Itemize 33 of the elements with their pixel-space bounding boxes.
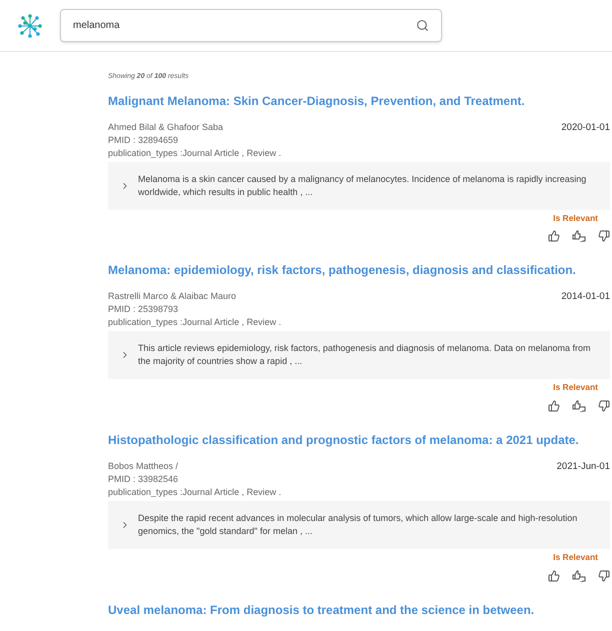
result-authors: Bobos Mattheos /: [108, 460, 178, 473]
result-pmid: PMID : 32894659: [108, 134, 180, 146]
abstract-panel[interactable]: Melanoma is a skin cancer caused by a malignancy of melanocytes. Incidence of melanoma is rapidly increasing worldwide, which results in public health , ...: [108, 162, 610, 210]
thumbs-up-button[interactable]: [548, 570, 560, 582]
relevance-label: Is Relevant: [553, 212, 598, 224]
thumbs-down-button[interactable]: [598, 570, 610, 582]
relevance-label: Is Relevant: [553, 381, 598, 394]
partly-relevant-button[interactable]: [572, 230, 586, 242]
publication-types: publication_types :Journal Article , Review .: [108, 316, 282, 330]
partly-relevant-button[interactable]: [572, 570, 586, 582]
publication-types: publication_types :Journal Article , Review .: [108, 486, 282, 499]
result-date: 2020-01-01: [561, 120, 610, 134]
search-icon[interactable]: [416, 19, 429, 32]
partly-relevant-button[interactable]: [572, 400, 586, 412]
thumbs-up-button[interactable]: [548, 400, 560, 412]
publication-types: publication_types :Journal Article , Review .: [108, 146, 282, 160]
result-pmid: PMID : 33982546: [108, 473, 180, 486]
result-authors: Ahmed Bilal & Ghafoor Saba: [108, 120, 224, 134]
thumbs-down-button[interactable]: [598, 230, 610, 242]
thumbs-down-button[interactable]: [598, 400, 610, 412]
abstract-text: Melanoma is a skin cancer caused by a malignancy of melanocytes. Incidence of melanoma is rapidly increasing worldwide, which results in public health , ...: [138, 172, 588, 198]
result-date: 2014-01-01: [561, 290, 610, 304]
result-pmid: PMID : 25398793: [108, 303, 180, 316]
thumbs-up-button[interactable]: [548, 230, 560, 242]
search-field[interactable]: melanoma: [60, 9, 442, 42]
relevance-label: Is Relevant: [553, 551, 598, 564]
abstract-text: This article reviews epidemiology, risk factors, pathogenesis and diagnosis of melanoma. Data on melanoma from the majority of countries show a rapid , ...: [138, 342, 592, 368]
abstract-text: Despite the rapid recent advances in molecular analysis of tumors, which allow large-scale and high-resolution genomics, the "gold standard" for melan , ...: [138, 512, 578, 538]
result-date: 2021-Jun-01: [556, 460, 610, 473]
logo-icon: [16, 12, 44, 40]
result-authors: Rastrelli Marco & Alaibac Mauro: [108, 290, 236, 304]
abstract-panel[interactable]: Despite the rapid recent advances in molecular analysis of tumors, which allow large-scale and high-resolution genomics, the "gold standard" for melan , ...: [108, 501, 610, 549]
abstract-panel[interactable]: This article reviews epidemiology, risk factors, pathogenesis and diagnosis of melanoma. Data on melanoma from the majority of countries show a rapid , ...: [108, 331, 610, 380]
